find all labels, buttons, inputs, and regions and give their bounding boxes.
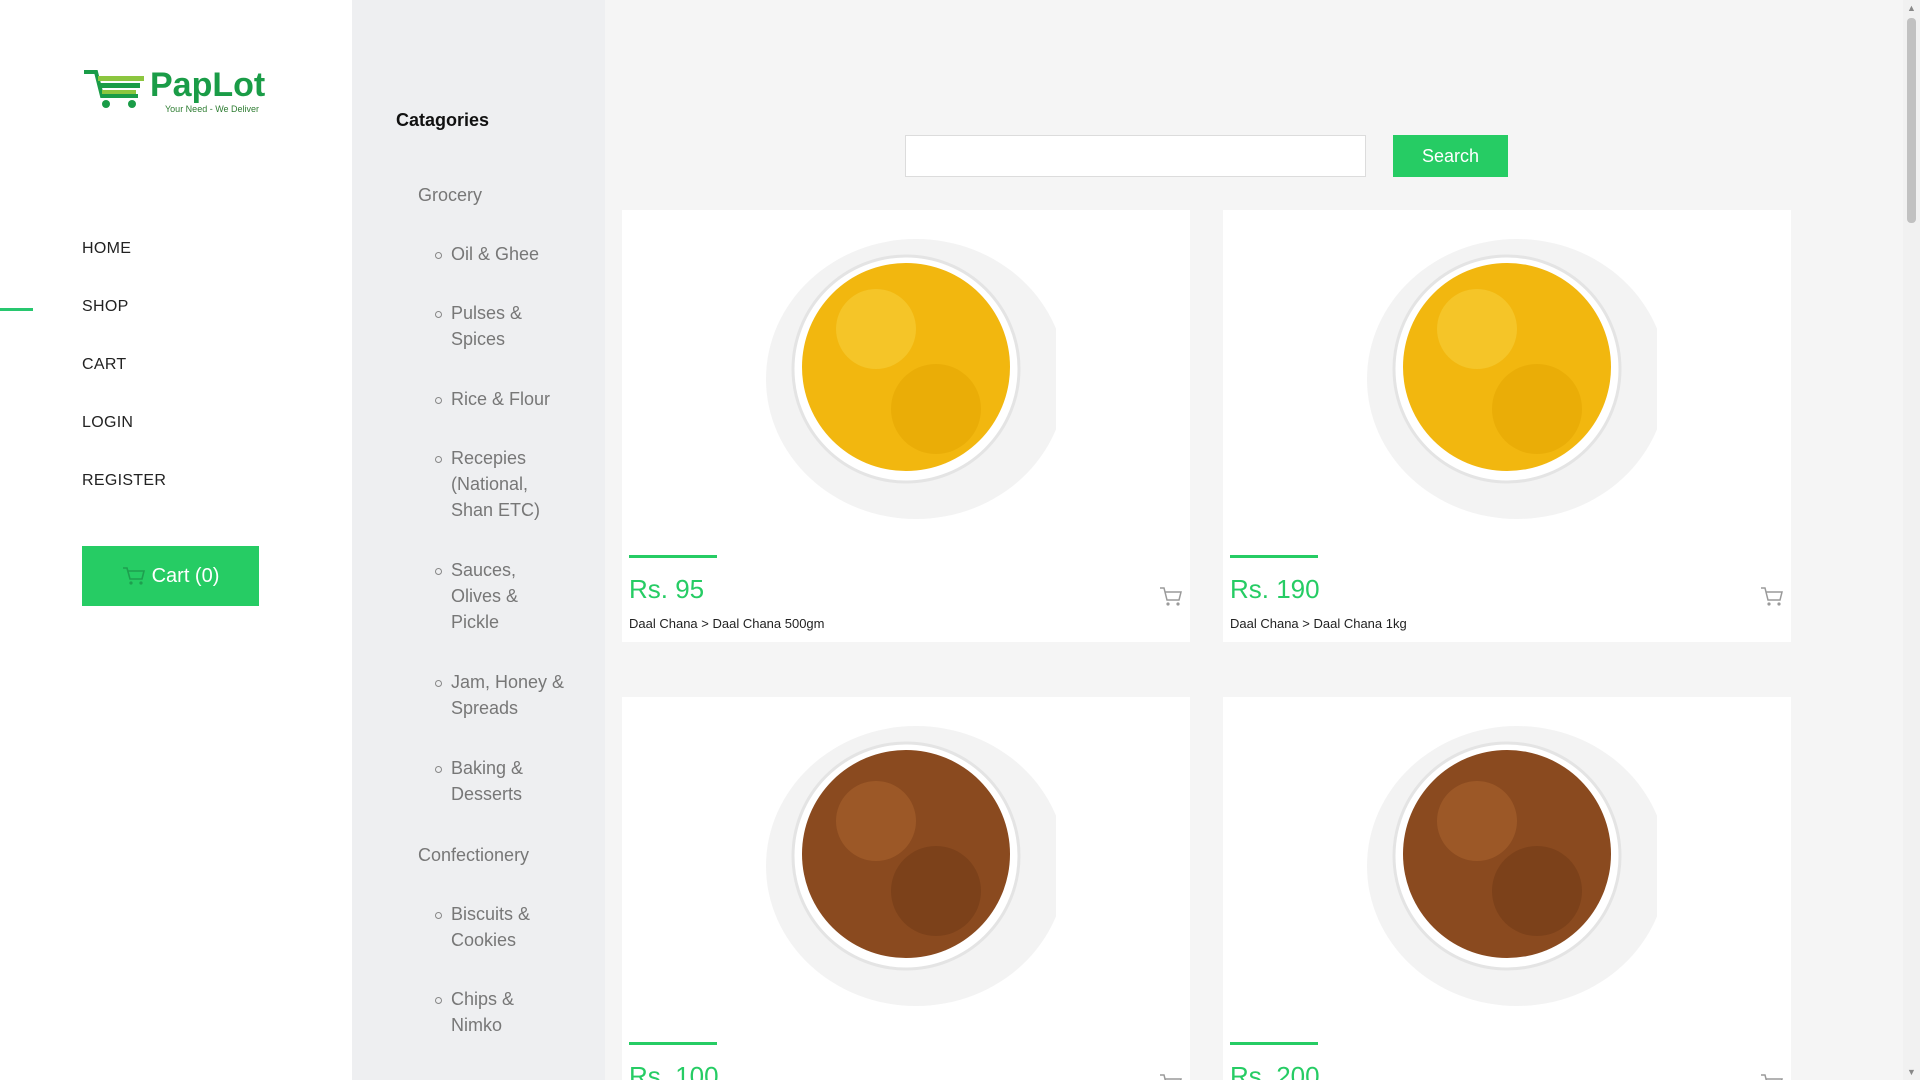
add-to-cart-icon[interactable]: [1159, 1073, 1183, 1080]
price-accent-bar: [629, 1042, 717, 1045]
category-item[interactable]: Sauces, Olives & Pickle: [435, 557, 569, 635]
nav-home[interactable]: HOME: [82, 240, 166, 298]
search-input[interactable]: [905, 135, 1366, 177]
categories-heading: Catagories: [396, 110, 490, 130]
scrollbar-thumb[interactable]: [1907, 18, 1916, 223]
brand-name: PapLot: [150, 66, 266, 104]
category-item[interactable]: Oil & Ghee: [435, 241, 569, 267]
product-price: Rs. 95: [629, 574, 705, 604]
product-card[interactable]: Rs. 200: [1223, 697, 1791, 1080]
add-to-cart-icon[interactable]: [1760, 586, 1784, 608]
category-item[interactable]: Rice & Flour: [435, 386, 569, 412]
category-item[interactable]: Biscuits & Cookies: [435, 901, 569, 953]
page-scrollbar[interactable]: ▲ ▼: [1903, 0, 1920, 1080]
product-card[interactable]: Rs. 190 Daal Chana > Daal Chana 1kg: [1223, 210, 1791, 642]
scroll-down-arrow-icon[interactable]: ▼: [1907, 1067, 1916, 1077]
price-accent-bar: [1230, 1042, 1318, 1045]
price-accent-bar: [1230, 555, 1318, 558]
nav-login[interactable]: LOGIN: [82, 414, 166, 472]
brand-tagline: Your Need - We Deliver: [165, 104, 260, 114]
cart-button[interactable]: Cart (0): [82, 546, 259, 606]
product-price: Rs. 200: [1230, 1061, 1320, 1080]
cart-logo-icon: [84, 70, 144, 108]
product-image[interactable]: [622, 210, 1190, 528]
main-nav: HOME SHOP CART LOGIN REGISTER: [82, 240, 166, 530]
category-item[interactable]: Pulses & Spices: [435, 300, 569, 352]
category-item[interactable]: Baking & Desserts: [435, 755, 569, 807]
product-image[interactable]: [1223, 697, 1791, 1015]
product-image[interactable]: [622, 697, 1190, 1015]
cart-button-label: Cart (0): [151, 564, 220, 587]
nav-shop[interactable]: SHOP: [82, 298, 166, 356]
product-price: Rs. 100: [629, 1061, 719, 1080]
product-image[interactable]: [1223, 210, 1791, 528]
category-item[interactable]: Jam, Honey & Spreads: [435, 669, 569, 721]
category-item[interactable]: Chips & Nimko: [435, 986, 569, 1038]
category-confectionery[interactable]: Confectionery: [418, 845, 529, 866]
search-button[interactable]: Search: [1393, 135, 1508, 177]
product-price: Rs. 190: [1230, 574, 1320, 604]
brand-logo[interactable]: PapLot Your Need - We Deliver: [82, 62, 282, 118]
scroll-up-arrow-icon[interactable]: ▲: [1907, 3, 1916, 13]
category-sidebar: Catagories Grocery Oil & Ghee Pulses & S…: [352, 0, 605, 1080]
product-card[interactable]: Rs. 95 Daal Chana > Daal Chana 500gm: [622, 210, 1190, 642]
category-grocery[interactable]: Grocery: [418, 185, 482, 206]
category-item[interactable]: Recepies (National, Shan ETC): [435, 445, 569, 523]
add-to-cart-icon[interactable]: [1159, 586, 1183, 608]
product-breadcrumb[interactable]: Daal Chana > Daal Chana 500gm: [629, 616, 825, 631]
price-accent-bar: [629, 555, 717, 558]
product-card[interactable]: Rs. 100: [622, 697, 1190, 1080]
add-to-cart-icon[interactable]: [1760, 1073, 1784, 1080]
nav-cart[interactable]: CART: [82, 356, 166, 414]
cart-icon: [122, 567, 145, 585]
product-breadcrumb[interactable]: Daal Chana > Daal Chana 1kg: [1230, 616, 1407, 631]
active-nav-indicator: [0, 308, 33, 311]
nav-register[interactable]: REGISTER: [82, 472, 166, 530]
left-sidebar: PapLot Your Need - We Deliver HOME SHOP …: [0, 0, 352, 1080]
